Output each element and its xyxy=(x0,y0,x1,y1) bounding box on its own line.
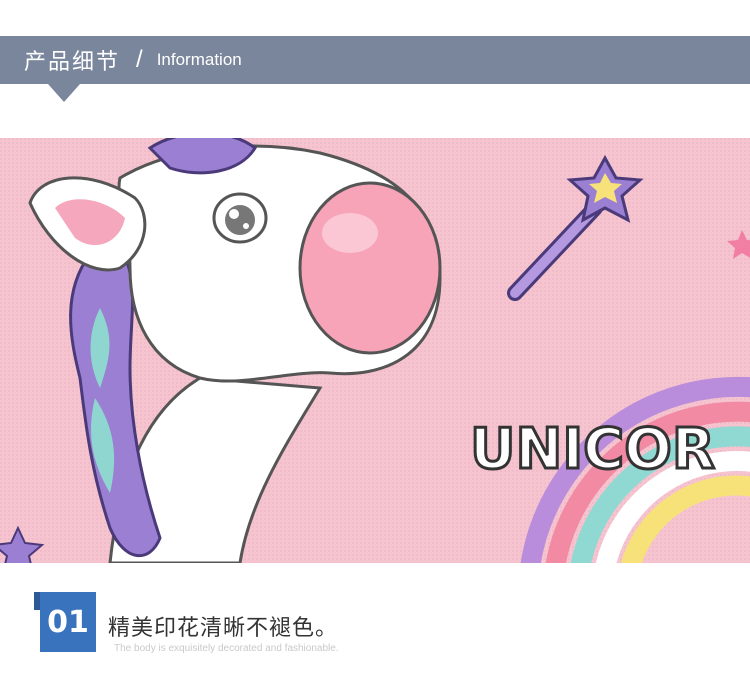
feature-subtitle: The body is exquisitely decorated and fa… xyxy=(114,643,339,654)
header-title: 产品细节 xyxy=(24,50,121,75)
header-separator: / xyxy=(136,46,143,73)
print-text: UNICOR xyxy=(470,417,715,482)
header-subtitle: Information xyxy=(156,50,242,69)
unicorn-print-illustration: UNICOR xyxy=(0,138,750,563)
product-detail-photo: UNICOR xyxy=(0,138,750,563)
section-header: 产品细节 / Information xyxy=(0,36,750,84)
feature-number-badge: 01 xyxy=(40,592,96,652)
feature-title: 精美印花清晰不褪色。 xyxy=(108,616,339,641)
header-pointer-icon xyxy=(48,84,80,102)
